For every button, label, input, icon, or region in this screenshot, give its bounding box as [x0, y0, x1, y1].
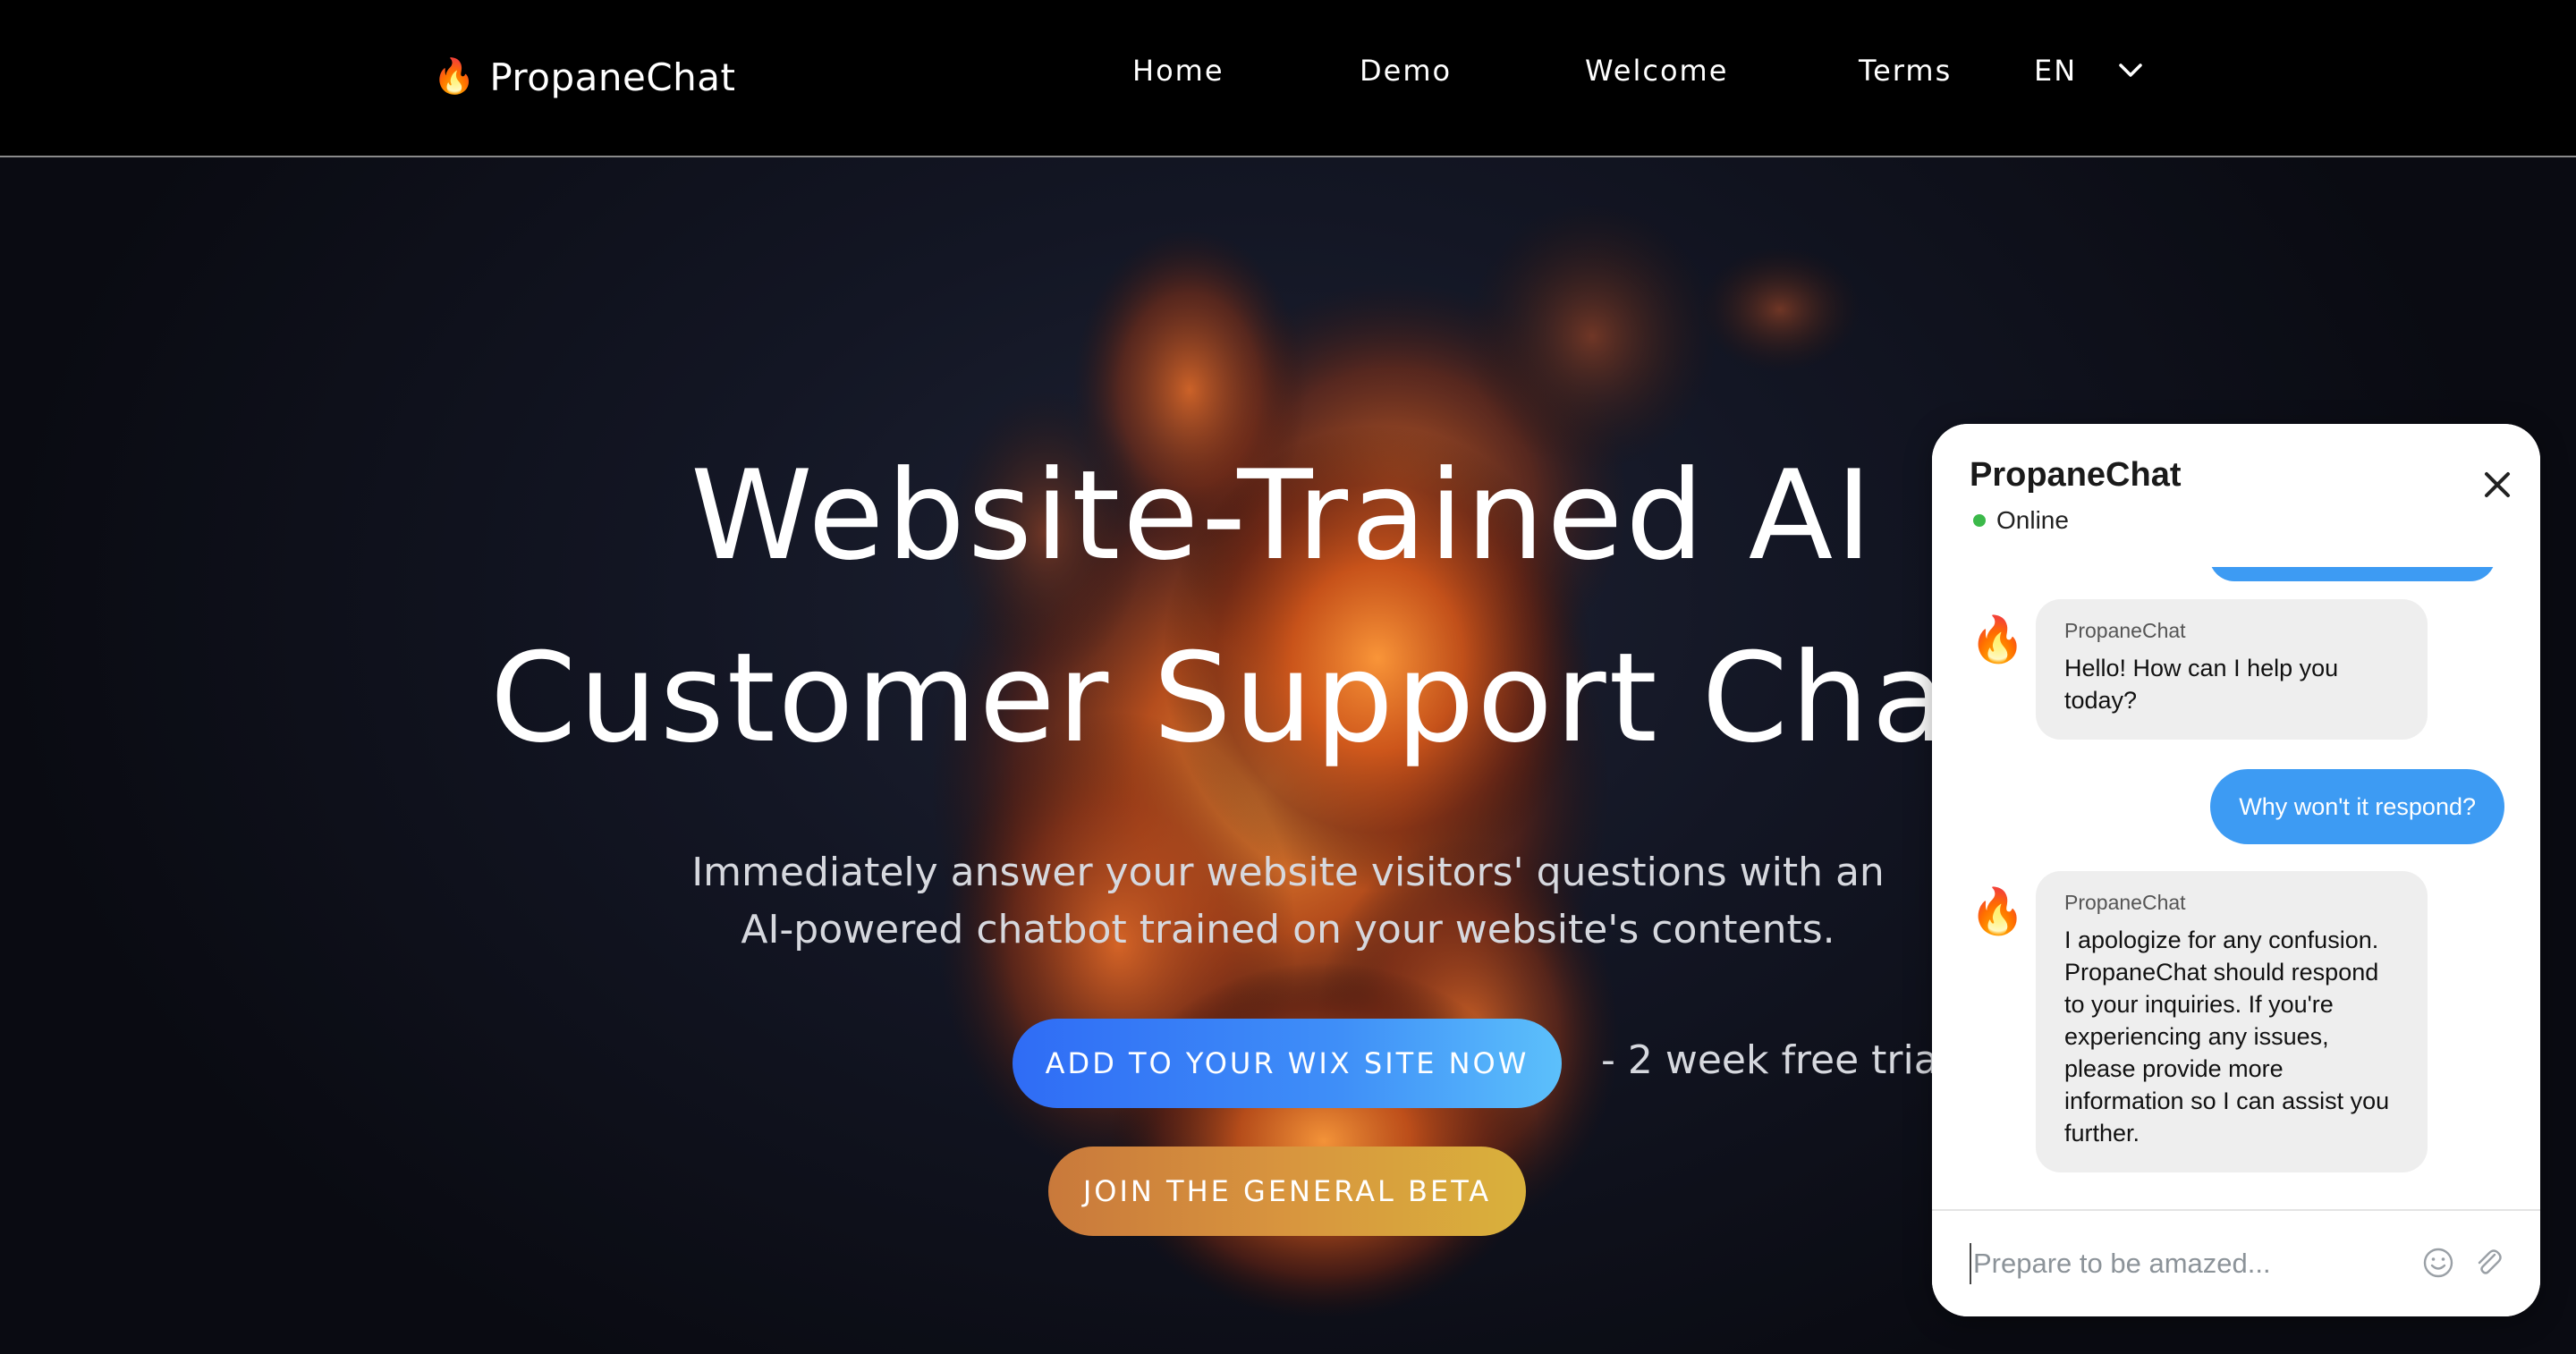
bot-message: PropaneChat Hello! How can I help you to… — [2036, 599, 2428, 740]
nav-welcome[interactable]: Welcome — [1585, 54, 1728, 88]
logo-text: PropaneChat — [489, 55, 736, 99]
site-header: 🔥 PropaneChat Home Demo Welcome Terms EN — [0, 0, 2576, 157]
chat-message-input[interactable] — [1970, 1243, 2422, 1284]
chat-title: PropaneChat — [1970, 456, 2182, 494]
previous-user-message — [2209, 567, 2496, 581]
bot-message-text: Hello! How can I help you today? — [2064, 655, 2339, 714]
paperclip-icon[interactable] — [2470, 1245, 2506, 1281]
chat-input-bar — [1932, 1209, 2540, 1316]
user-message: Why won't it respond? — [2210, 769, 2504, 844]
bot-message-sender: PropaneChat — [2064, 891, 2186, 914]
nav-home[interactable]: Home — [1132, 54, 1224, 88]
bot-message: PropaneChat I apologize for any confusio… — [2036, 871, 2428, 1172]
chat-widget: PropaneChat Online 🔥 PropaneChat Hello! … — [1932, 424, 2540, 1316]
flame-icon: 🔥 — [1970, 886, 2026, 936]
flame-icon: 🔥 — [433, 58, 476, 96]
nav-demo[interactable]: Demo — [1360, 54, 1452, 88]
chat-header: PropaneChat Online — [1932, 424, 2540, 567]
add-to-wix-button[interactable]: ADD TO YOUR WIX SITE NOW — [1013, 1019, 1562, 1108]
join-beta-button[interactable]: JOIN THE GENERAL BETA — [1048, 1147, 1526, 1236]
online-dot-icon — [1973, 514, 1986, 527]
emoji-icon[interactable] — [2420, 1245, 2456, 1281]
language-label: EN — [2034, 54, 2078, 88]
bot-message-sender: PropaneChat — [2064, 619, 2186, 642]
logo[interactable]: 🔥 PropaneChat — [433, 48, 735, 106]
free-trial-note: - 2 week free trial — [1601, 1037, 1949, 1083]
chat-status: Online — [1973, 506, 2069, 535]
chat-messages[interactable]: 🔥 PropaneChat Hello! How can I help you … — [1932, 567, 2540, 1209]
chat-status-label: Online — [1996, 506, 2069, 534]
chevron-down-icon — [2119, 63, 2142, 77]
language-selector[interactable]: EN — [2034, 54, 2143, 88]
bot-message-text: I apologize for any confusion. PropaneCh… — [2064, 927, 2390, 1147]
flame-icon: 🔥 — [1970, 614, 2026, 664]
nav-terms[interactable]: Terms — [1859, 54, 1952, 88]
close-icon[interactable] — [2479, 467, 2515, 503]
